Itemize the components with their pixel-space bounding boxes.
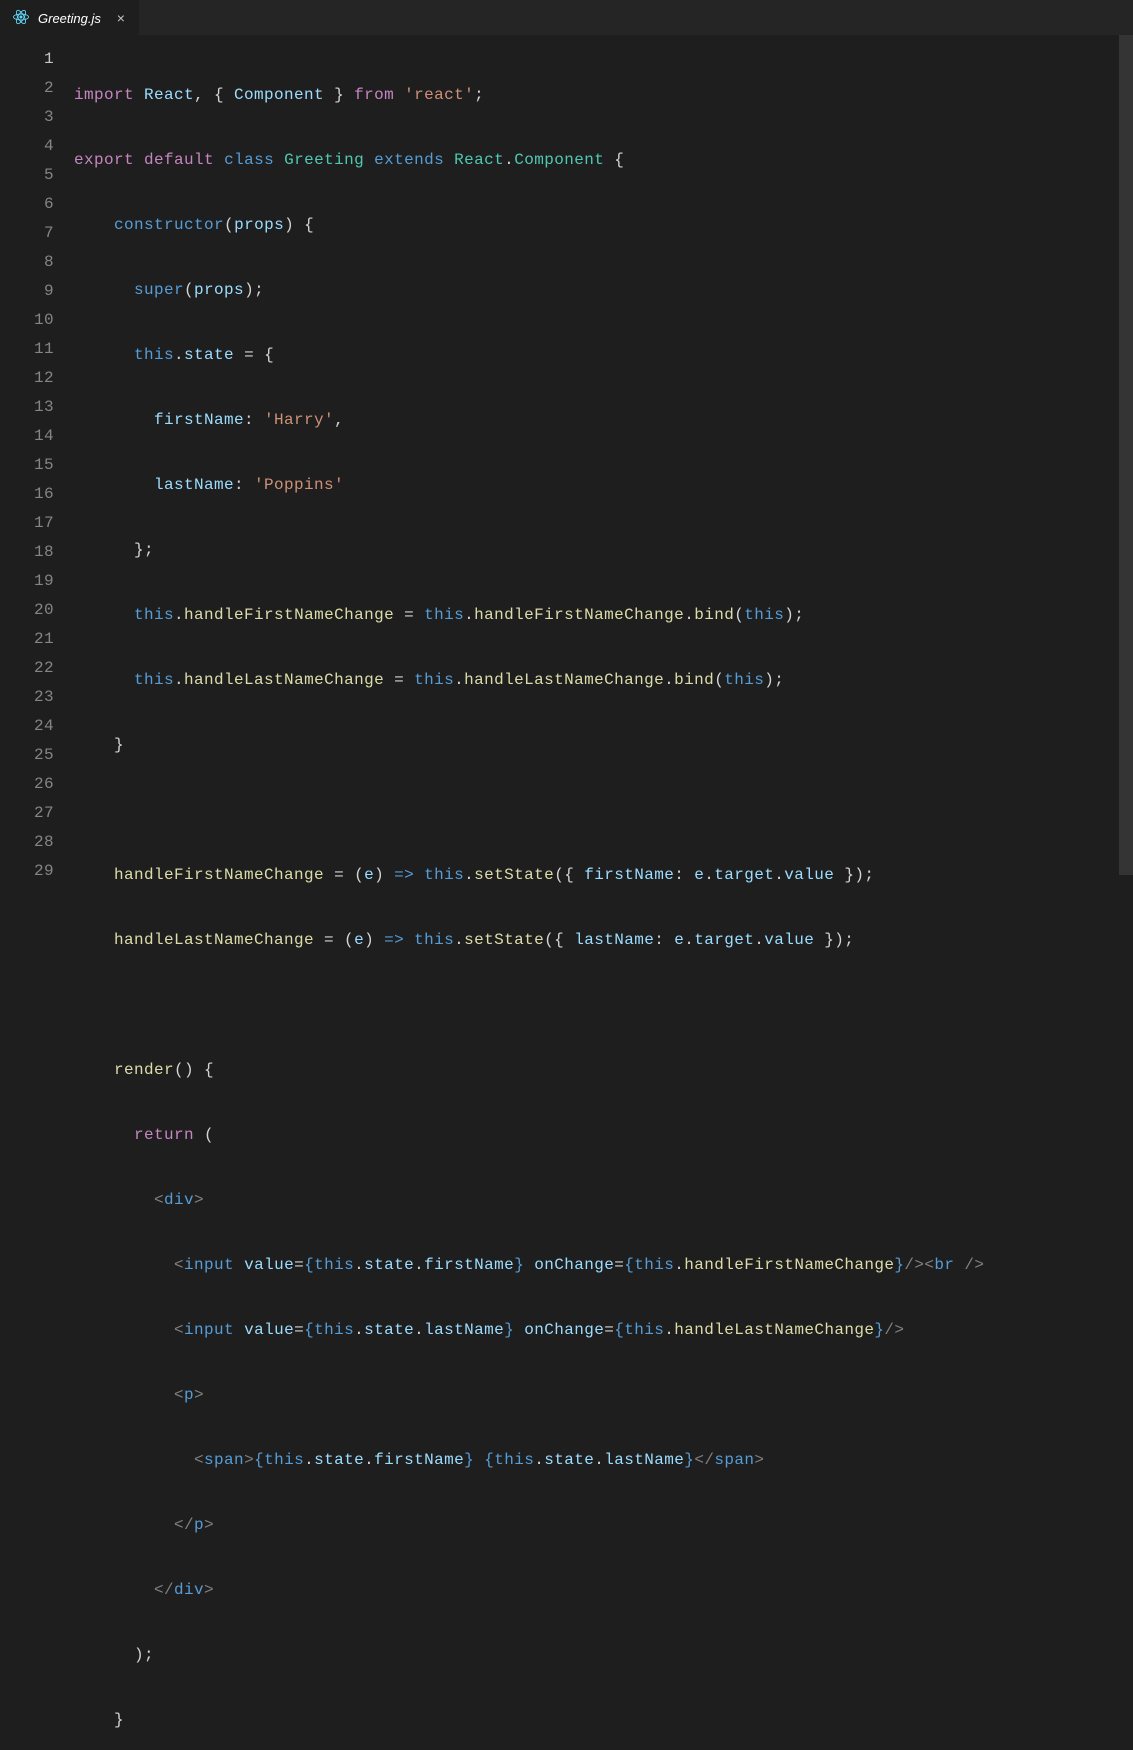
line-number: 28 xyxy=(0,828,54,857)
line-number: 1 xyxy=(0,45,54,74)
code-line: } xyxy=(74,1706,1125,1735)
code-line: ); xyxy=(74,1641,1125,1670)
line-number: 27 xyxy=(0,799,54,828)
code-line: import React, { Component } from 'react'… xyxy=(74,81,1125,110)
line-number: 5 xyxy=(0,161,54,190)
line-number: 3 xyxy=(0,103,54,132)
code-line: <p> xyxy=(74,1381,1125,1410)
code-line: super(props); xyxy=(74,276,1125,305)
code-line: handleLastNameChange = (e) => this.setSt… xyxy=(74,926,1125,955)
code-line: this.state = { xyxy=(74,341,1125,370)
line-number: 24 xyxy=(0,712,54,741)
code-line: } xyxy=(74,731,1125,760)
line-number: 2 xyxy=(0,74,54,103)
code-line: this.handleFirstNameChange = this.handle… xyxy=(74,601,1125,630)
code-content[interactable]: import React, { Component } from 'react'… xyxy=(74,45,1133,875)
line-number: 19 xyxy=(0,567,54,596)
tab-bar: Greeting.js × xyxy=(0,0,1133,35)
code-line: <span>{this.state.firstName} {this.state… xyxy=(74,1446,1125,1475)
code-line xyxy=(74,796,1125,825)
line-number: 13 xyxy=(0,393,54,422)
line-number: 22 xyxy=(0,654,54,683)
code-line: <input value={this.state.lastName} onCha… xyxy=(74,1316,1125,1345)
line-number: 25 xyxy=(0,741,54,770)
line-number: 20 xyxy=(0,596,54,625)
line-number: 29 xyxy=(0,857,54,886)
code-line: </p> xyxy=(74,1511,1125,1540)
code-line: this.handleLastNameChange = this.handleL… xyxy=(74,666,1125,695)
code-line: handleFirstNameChange = (e) => this.setS… xyxy=(74,861,1125,890)
close-icon[interactable]: × xyxy=(113,10,129,26)
vertical-scrollbar[interactable] xyxy=(1119,35,1133,875)
code-line: }; xyxy=(74,536,1125,565)
code-line: return ( xyxy=(74,1121,1125,1150)
line-number: 18 xyxy=(0,538,54,567)
editor-area[interactable]: 1234567891011121314151617181920212223242… xyxy=(0,35,1133,875)
line-number: 17 xyxy=(0,509,54,538)
line-number: 10 xyxy=(0,306,54,335)
line-number: 11 xyxy=(0,335,54,364)
code-line: export default class Greeting extends Re… xyxy=(74,146,1125,175)
line-number: 6 xyxy=(0,190,54,219)
code-line: <div> xyxy=(74,1186,1125,1215)
code-line: firstName: 'Harry', xyxy=(74,406,1125,435)
line-number: 9 xyxy=(0,277,54,306)
line-number: 4 xyxy=(0,132,54,161)
line-number: 21 xyxy=(0,625,54,654)
tab-filename: Greeting.js xyxy=(38,11,101,26)
line-number: 16 xyxy=(0,480,54,509)
line-number: 26 xyxy=(0,770,54,799)
line-number-gutter: 1234567891011121314151617181920212223242… xyxy=(0,45,74,875)
tab-greeting-js[interactable]: Greeting.js × xyxy=(0,0,139,35)
line-number: 15 xyxy=(0,451,54,480)
code-line xyxy=(74,991,1125,1020)
code-line: constructor(props) { xyxy=(74,211,1125,240)
line-number: 7 xyxy=(0,219,54,248)
scrollbar-thumb[interactable] xyxy=(1119,35,1133,875)
code-line: <input value={this.state.firstName} onCh… xyxy=(74,1251,1125,1280)
line-number: 23 xyxy=(0,683,54,712)
line-number: 14 xyxy=(0,422,54,451)
code-line: lastName: 'Poppins' xyxy=(74,471,1125,500)
code-line: render() { xyxy=(74,1056,1125,1085)
react-icon xyxy=(12,8,30,29)
code-line: </div> xyxy=(74,1576,1125,1605)
line-number: 12 xyxy=(0,364,54,393)
line-number: 8 xyxy=(0,248,54,277)
